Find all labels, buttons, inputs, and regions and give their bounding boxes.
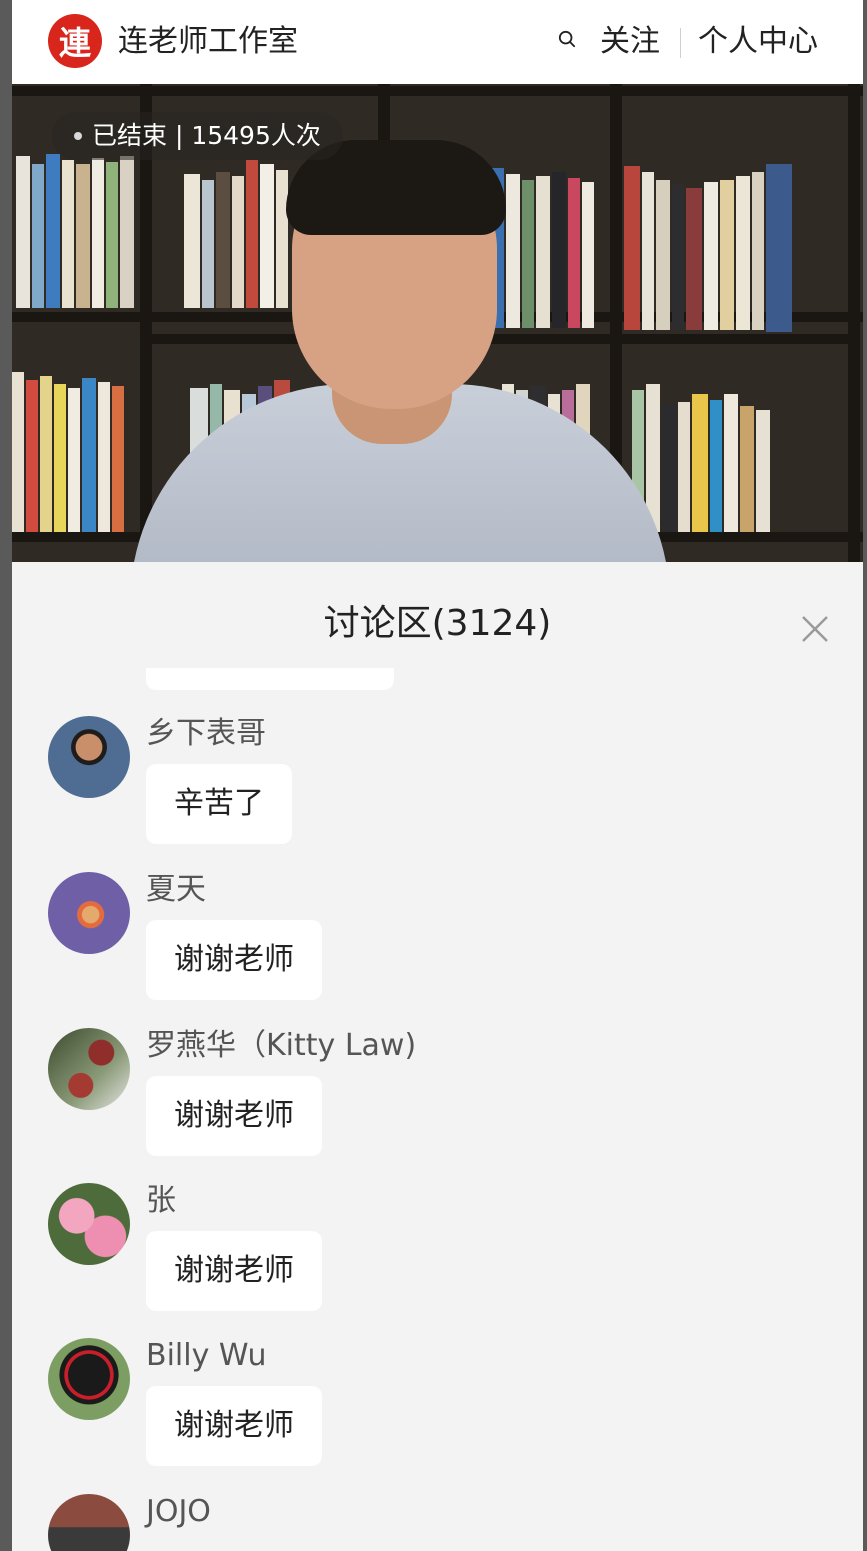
book xyxy=(704,182,718,330)
book xyxy=(46,154,60,308)
book xyxy=(582,182,594,328)
user-avatar[interactable] xyxy=(48,1028,130,1110)
follow-button[interactable]: 关注 xyxy=(600,20,660,64)
book xyxy=(724,394,738,532)
book xyxy=(678,402,690,532)
user-avatar[interactable] xyxy=(48,716,130,798)
book xyxy=(720,180,734,330)
book xyxy=(752,172,764,330)
comment-username[interactable]: 罗燕华（Kitty Law) xyxy=(146,1026,416,1066)
book xyxy=(672,184,684,330)
shelf-board xyxy=(152,334,852,344)
book xyxy=(246,160,258,308)
book xyxy=(766,164,792,332)
comment-bubble: 辛苦了 xyxy=(146,764,292,844)
book xyxy=(120,156,134,308)
comment-username[interactable]: JOJO xyxy=(146,1492,211,1532)
studio-name[interactable]: 连老师工作室 xyxy=(118,20,298,64)
search-icon[interactable] xyxy=(558,30,576,48)
user-avatar[interactable] xyxy=(48,872,130,954)
book xyxy=(692,394,708,532)
book xyxy=(92,158,104,308)
header-divider xyxy=(680,28,681,58)
user-avatar[interactable] xyxy=(48,1183,130,1265)
personal-center-link[interactable]: 个人中心 xyxy=(698,20,818,64)
book xyxy=(106,162,118,308)
user-avatar[interactable] xyxy=(48,1338,130,1420)
book xyxy=(276,170,288,308)
book xyxy=(54,384,66,532)
book xyxy=(68,388,80,532)
comment-username[interactable]: 乡下表哥 xyxy=(146,714,266,754)
top-header: 連 连老师工作室 关注 个人中心 xyxy=(12,0,863,85)
book xyxy=(32,164,44,308)
book xyxy=(506,174,520,328)
comment-bubble: 谢谢老师 xyxy=(146,1231,322,1311)
book xyxy=(12,372,24,532)
comment-username[interactable]: Billy Wu xyxy=(146,1336,266,1376)
discussion-title: 讨论区(3124) xyxy=(323,603,552,644)
book xyxy=(756,410,770,532)
book xyxy=(740,406,754,532)
live-status-badge: 已结束 | 15495人次 xyxy=(52,112,343,160)
book xyxy=(260,164,274,308)
comment-bubble: 谢谢老师 xyxy=(146,1076,322,1156)
video-player[interactable]: 已结束 | 15495人次 xyxy=(12,84,863,562)
book xyxy=(552,172,566,328)
book xyxy=(686,188,702,330)
book xyxy=(736,176,750,330)
comment-username[interactable]: 夏天 xyxy=(146,870,206,910)
book xyxy=(662,404,676,532)
book xyxy=(710,400,722,532)
studio-logo[interactable]: 連 xyxy=(48,14,102,68)
book xyxy=(656,180,670,330)
shelf-divider xyxy=(848,84,860,562)
comment-username[interactable]: 张 xyxy=(146,1181,176,1221)
book xyxy=(62,160,74,308)
book xyxy=(40,376,52,532)
book xyxy=(232,176,244,308)
book xyxy=(568,178,580,328)
book xyxy=(202,180,214,308)
close-icon[interactable] xyxy=(800,614,830,644)
book xyxy=(16,156,30,308)
book xyxy=(26,380,38,532)
book xyxy=(536,176,550,328)
book xyxy=(184,174,200,308)
book xyxy=(642,172,654,330)
book xyxy=(624,166,640,330)
comment-bubble-partial xyxy=(146,668,394,690)
user-avatar[interactable] xyxy=(48,1494,130,1551)
status-dot-icon xyxy=(74,132,82,140)
book xyxy=(216,172,230,308)
comment-bubble: 谢谢老师 xyxy=(146,1386,322,1466)
book xyxy=(98,382,110,532)
book xyxy=(76,164,90,308)
comment-bubble: 谢谢老师 xyxy=(146,920,322,1000)
book xyxy=(112,386,124,532)
book xyxy=(82,378,96,532)
book xyxy=(522,180,534,328)
app-frame: 連 连老师工作室 关注 个人中心 已结束 | 15495人次 讨论区(3124)… xyxy=(12,0,863,1551)
status-text: 已结束 | 15495人次 xyxy=(92,121,321,150)
